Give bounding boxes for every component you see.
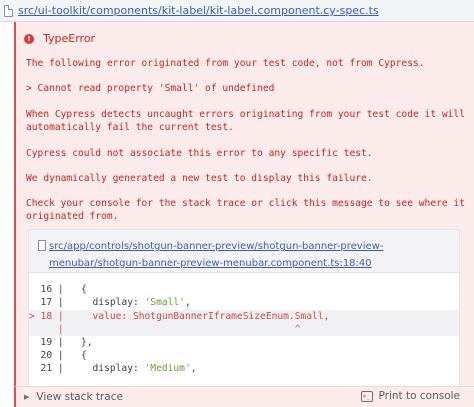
- code-line: 19 | },: [29, 337, 93, 348]
- code-frame: src/app/controls/shotgun-banner-preview/…: [28, 229, 460, 396]
- view-stack-trace-toggle[interactable]: ▶ View stack trace: [24, 391, 123, 403]
- code-line: 17 | display: 'Small',: [29, 297, 191, 308]
- file-icon: [38, 240, 46, 251]
- error-message-line: Check your console for the stack trace o…: [26, 198, 465, 209]
- view-stack-trace-label: View stack trace: [36, 391, 123, 403]
- error-message-line: originated from.: [26, 211, 119, 222]
- error-panel[interactable]: ! TypeError The following error originat…: [14, 22, 474, 407]
- print-to-console-button[interactable]: >_ Print to console: [360, 390, 461, 402]
- file-icon: [4, 4, 13, 17]
- spec-file-path-link[interactable]: src/ui-toolkit/components/kit-label/kit-…: [18, 4, 379, 17]
- error-footer: ▶ View stack trace >_ Print to console: [14, 386, 474, 407]
- terminal-icon: >_: [360, 390, 373, 402]
- error-message-line: The following error originated from your…: [26, 58, 425, 69]
- code-line-error: > 18 | value: ShotgunBannerIframeSizeEnu…: [29, 310, 459, 323]
- code-line: 21 | display: 'Medium',: [29, 363, 197, 374]
- code-line: 16 | {: [29, 284, 87, 295]
- error-message-line: automatically fail the current test.: [26, 122, 234, 133]
- error-message-line: > Cannot read property 'Small' of undefi…: [26, 83, 275, 94]
- caret-right-icon: ▶: [24, 393, 30, 401]
- code-frame-header[interactable]: src/app/controls/shotgun-banner-preview/…: [29, 230, 459, 273]
- print-to-console-label: Print to console: [378, 390, 461, 402]
- error-message-line: Cypress could not associate this error t…: [26, 148, 373, 159]
- error-title: TypeError: [43, 32, 96, 45]
- code-frame-file-link[interactable]: src/app/controls/shotgun-banner-preview/…: [49, 238, 457, 272]
- error-circle-icon: !: [24, 33, 34, 44]
- error-title-row: ! TypeError: [24, 32, 95, 45]
- spec-file-header[interactable]: src/ui-toolkit/components/kit-label/kit-…: [0, 0, 474, 22]
- code-line: 20 | {: [29, 350, 87, 361]
- code-line-caret: | ^: [29, 323, 459, 336]
- error-message-line: When Cypress detects uncaught errors ori…: [26, 109, 465, 120]
- error-message-line: We dynamically generated a new test to d…: [26, 173, 373, 184]
